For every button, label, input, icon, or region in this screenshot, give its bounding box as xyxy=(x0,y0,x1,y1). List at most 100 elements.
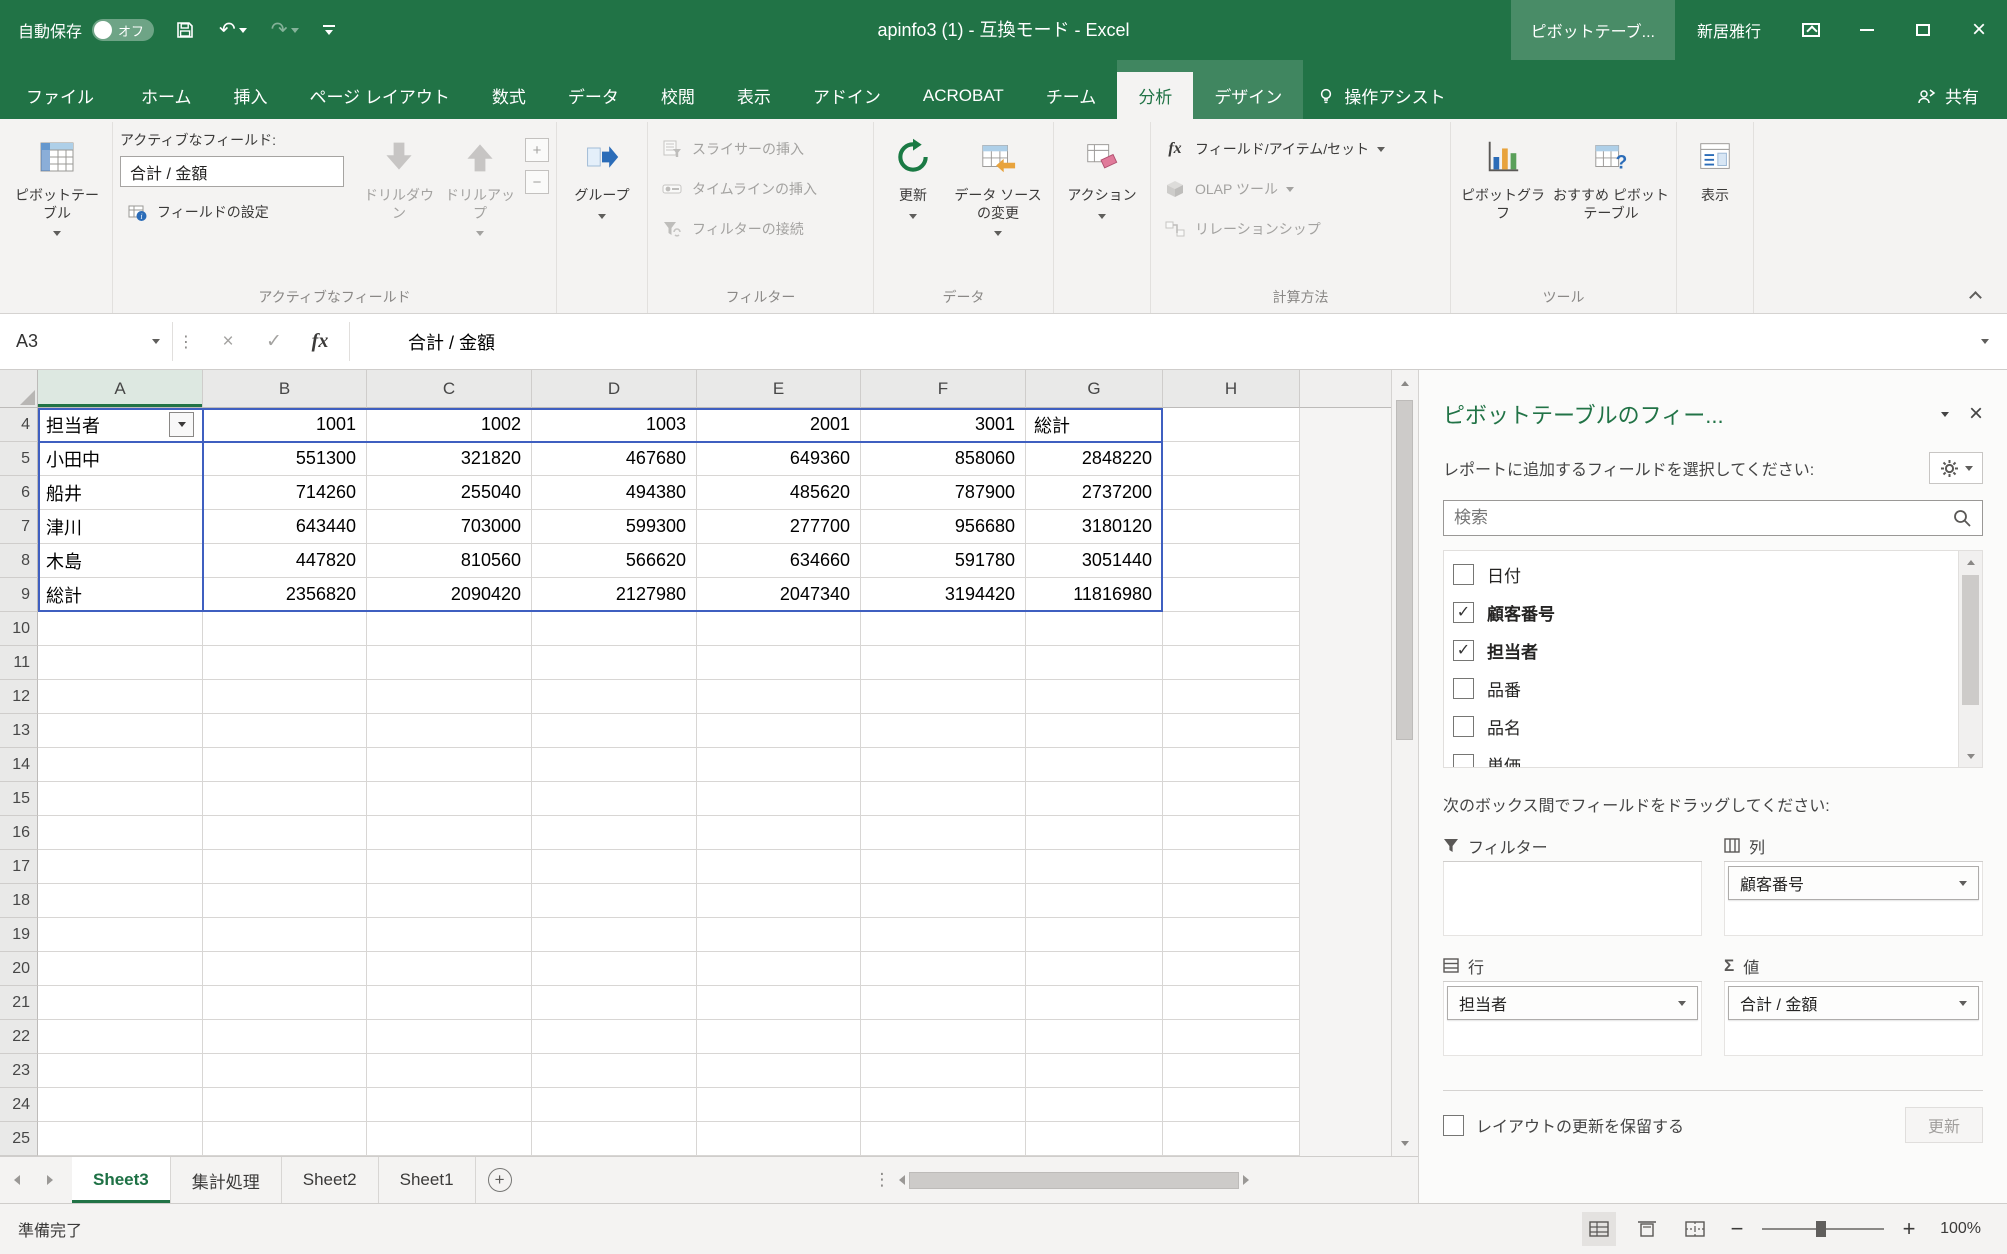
active-field-input[interactable] xyxy=(120,156,344,187)
cell-H15[interactable] xyxy=(1163,782,1300,816)
ribbon-tab-design[interactable]: デザイン xyxy=(1193,72,1303,119)
cell-A18[interactable] xyxy=(38,884,203,918)
cell-F25[interactable] xyxy=(861,1122,1026,1156)
cell-A16[interactable] xyxy=(38,816,203,850)
cell-B13[interactable] xyxy=(203,714,367,748)
cell-C5[interactable]: 321820 xyxy=(367,442,532,476)
cell-A14[interactable] xyxy=(38,748,203,782)
cell-B14[interactable] xyxy=(203,748,367,782)
cell-F17[interactable] xyxy=(861,850,1026,884)
cell-A7[interactable]: 津川 xyxy=(38,510,203,544)
cell-G18[interactable] xyxy=(1026,884,1163,918)
cell-C4[interactable]: 1002 xyxy=(367,408,532,442)
update-button[interactable]: 更新 xyxy=(1905,1107,1983,1143)
cell-F16[interactable] xyxy=(861,816,1026,850)
field-checkbox[interactable] xyxy=(1453,678,1474,699)
zoom-thumb[interactable] xyxy=(1816,1221,1826,1237)
cell-A23[interactable] xyxy=(38,1054,203,1088)
field-list-scrollbar-thumb[interactable] xyxy=(1962,575,1979,705)
cell-E12[interactable] xyxy=(697,680,861,714)
cell-G24[interactable] xyxy=(1026,1088,1163,1122)
pane-close-button[interactable]: × xyxy=(1969,403,1983,425)
cell-G4[interactable]: 総計 xyxy=(1026,408,1163,442)
close-button[interactable]: × xyxy=(1951,0,2007,60)
tell-me-box[interactable]: 操作アシスト xyxy=(1317,72,1445,119)
cell-D6[interactable]: 494380 xyxy=(532,476,697,510)
cell-A17[interactable] xyxy=(38,850,203,884)
olap-tools-button[interactable]: OLAP ツール xyxy=(1158,170,1390,208)
rows-area-box[interactable]: 担当者 xyxy=(1443,982,1702,1056)
cell-B10[interactable] xyxy=(203,612,367,646)
cell-A22[interactable] xyxy=(38,1020,203,1054)
cell-C17[interactable] xyxy=(367,850,532,884)
cell-D24[interactable] xyxy=(532,1088,697,1122)
cell-C24[interactable] xyxy=(367,1088,532,1122)
cell-C20[interactable] xyxy=(367,952,532,986)
cell-G19[interactable] xyxy=(1026,918,1163,952)
ribbon-tab[interactable]: 挿入 xyxy=(213,72,289,119)
row-header-7[interactable]: 7 xyxy=(0,510,38,544)
drill-down-button[interactable]: ドリルダウン xyxy=(363,126,435,278)
cell-D4[interactable]: 1003 xyxy=(532,408,697,442)
cell-H7[interactable] xyxy=(1163,510,1300,544)
row-header-18[interactable]: 18 xyxy=(0,884,38,918)
cell-E17[interactable] xyxy=(697,850,861,884)
cell-C10[interactable] xyxy=(367,612,532,646)
cell-A21[interactable] xyxy=(38,986,203,1020)
drill-up-button[interactable]: ドリルアップ xyxy=(440,126,520,278)
field-checkbox[interactable] xyxy=(1453,754,1474,768)
customize-qat-button[interactable] xyxy=(320,14,338,46)
cell-D7[interactable]: 599300 xyxy=(532,510,697,544)
page-layout-view-button[interactable] xyxy=(1630,1212,1664,1246)
cell-H20[interactable] xyxy=(1163,952,1300,986)
relationships-button[interactable]: リレーションシップ xyxy=(1158,210,1390,248)
ribbon-tab[interactable]: 校閲 xyxy=(640,72,716,119)
user-name[interactable]: 新居雅行 xyxy=(1675,0,1783,60)
column-header-H[interactable]: H xyxy=(1163,370,1300,408)
cell-E19[interactable] xyxy=(697,918,861,952)
cell-D18[interactable] xyxy=(532,884,697,918)
cell-H14[interactable] xyxy=(1163,748,1300,782)
cell-C16[interactable] xyxy=(367,816,532,850)
cell-B17[interactable] xyxy=(203,850,367,884)
cell-E4[interactable]: 2001 xyxy=(697,408,861,442)
cell-A12[interactable] xyxy=(38,680,203,714)
horizontal-scrollbar-thumb[interactable] xyxy=(909,1172,1239,1189)
pivotchart-button[interactable]: ピボットグラフ xyxy=(1458,126,1548,278)
row-header-25[interactable]: 25 xyxy=(0,1122,38,1156)
cell-D23[interactable] xyxy=(532,1054,697,1088)
columns-area-box[interactable]: 顧客番号 xyxy=(1724,862,1983,936)
cell-G25[interactable] xyxy=(1026,1122,1163,1156)
field-list-scroll-up[interactable] xyxy=(1959,551,1982,573)
cell-D19[interactable] xyxy=(532,918,697,952)
cell-F8[interactable]: 591780 xyxy=(861,544,1026,578)
cell-G10[interactable] xyxy=(1026,612,1163,646)
zoom-level[interactable]: 100% xyxy=(1940,1220,1981,1238)
cell-C18[interactable] xyxy=(367,884,532,918)
cell-D16[interactable] xyxy=(532,816,697,850)
cell-H25[interactable] xyxy=(1163,1122,1300,1156)
cell-A20[interactable] xyxy=(38,952,203,986)
field-item[interactable]: ✓担当者 xyxy=(1444,631,1958,669)
row-header-9[interactable]: 9 xyxy=(0,578,38,612)
values-area-box[interactable]: 合計 / 金額 xyxy=(1724,982,1983,1056)
cell-H21[interactable] xyxy=(1163,986,1300,1020)
cell-B19[interactable] xyxy=(203,918,367,952)
row-header-6[interactable]: 6 xyxy=(0,476,38,510)
column-header-B[interactable]: B xyxy=(203,370,367,408)
cell-F19[interactable] xyxy=(861,918,1026,952)
cell-A6[interactable]: 船井 xyxy=(38,476,203,510)
pivottable-button[interactable]: ピボットテーブル xyxy=(9,126,105,278)
row-header-19[interactable]: 19 xyxy=(0,918,38,952)
cell-D15[interactable] xyxy=(532,782,697,816)
ribbon-tab[interactable]: 数式 xyxy=(471,72,547,119)
ribbon-tab[interactable]: 表示 xyxy=(716,72,792,119)
cell-H24[interactable] xyxy=(1163,1088,1300,1122)
filter-connections-button[interactable]: フィルターの接続 xyxy=(655,210,822,248)
zoom-slider[interactable] xyxy=(1762,1220,1884,1238)
row-header-5[interactable]: 5 xyxy=(0,442,38,476)
field-chip-columns[interactable]: 顧客番号 xyxy=(1728,866,1979,900)
field-item[interactable]: 品名 xyxy=(1444,707,1958,745)
column-header-E[interactable]: E xyxy=(697,370,861,408)
row-header-21[interactable]: 21 xyxy=(0,986,38,1020)
